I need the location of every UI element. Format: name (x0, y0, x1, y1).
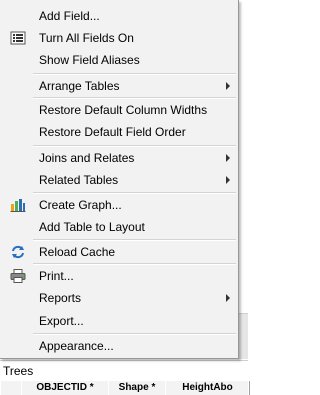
menu-item-reload-cache[interactable]: Reload Cache (0, 241, 238, 263)
menu-item-restore-default-field-order[interactable]: Restore Default Field Order (0, 121, 238, 143)
menu-item-appearance[interactable]: Appearance... (0, 335, 238, 357)
menu-item-create-graph[interactable]: Create Graph... (0, 194, 238, 216)
table-tab-bar[interactable]: Trees (0, 360, 248, 382)
refresh-icon (10, 245, 26, 259)
submenu-arrow-icon (226, 154, 230, 162)
menu-item-show-field-aliases[interactable]: Show Field Aliases (0, 49, 238, 71)
menu-item-label: Add Table to Layout (39, 220, 145, 234)
menu-item-label: Arrange Tables (39, 79, 120, 93)
menu-item-label: Add Field... (39, 9, 100, 23)
column-header-shape[interactable]: Shape * (108, 381, 166, 395)
field-list-icon (10, 31, 26, 45)
bar-chart-icon (10, 198, 26, 212)
background-app-edge (238, 0, 248, 313)
menu-item-related-tables[interactable]: Related Tables (0, 169, 238, 191)
menu-item-label: Reload Cache (39, 245, 116, 259)
table-options-menu: Add Field... Turn All Fields On Show Fie… (0, 0, 239, 359)
menu-item-joins-and-relates[interactable]: Joins and Relates (0, 147, 238, 169)
menu-item-label: Print... (39, 269, 74, 283)
menu-item-restore-default-column-widths[interactable]: Restore Default Column Widths (0, 99, 238, 121)
menu-item-label: Appearance... (39, 339, 114, 353)
row-selector-header[interactable] (0, 381, 22, 395)
menu-item-export[interactable]: Export... (0, 310, 238, 332)
menu-item-arrange-tables[interactable]: Arrange Tables (0, 75, 238, 97)
menu-item-label: Create Graph... (39, 198, 122, 212)
menu-item-add-table-to-layout[interactable]: Add Table to Layout (0, 216, 238, 238)
menu-item-label: Reports (39, 291, 82, 305)
table-tab-title[interactable]: Trees (3, 364, 33, 378)
column-header-objectid[interactable]: OBJECTID * (21, 381, 109, 395)
menu-item-label: Restore Default Column Widths (39, 103, 208, 117)
menu-item-print[interactable]: Print... (0, 265, 238, 287)
submenu-arrow-icon (226, 294, 230, 302)
menu-item-label: Turn All Fields On (39, 31, 134, 45)
table-header-row: OBJECTID * Shape * HeightAbo (0, 381, 250, 395)
menu-item-label: Show Field Aliases (39, 53, 140, 67)
menu-item-label: Related Tables (39, 173, 119, 187)
printer-icon (10, 269, 26, 283)
menu-item-label: Export... (39, 314, 84, 328)
menu-item-reports[interactable]: Reports (0, 287, 238, 309)
submenu-arrow-icon (226, 82, 230, 90)
column-header-heightabo[interactable]: HeightAbo (165, 381, 250, 395)
menu-item-label: Joins and Relates (39, 151, 135, 165)
menu-item-add-field[interactable]: Add Field... (0, 5, 238, 27)
menu-item-label: Restore Default Field Order (39, 125, 186, 139)
submenu-arrow-icon (226, 176, 230, 184)
menu-item-turn-all-fields-on[interactable]: Turn All Fields On (0, 27, 238, 49)
